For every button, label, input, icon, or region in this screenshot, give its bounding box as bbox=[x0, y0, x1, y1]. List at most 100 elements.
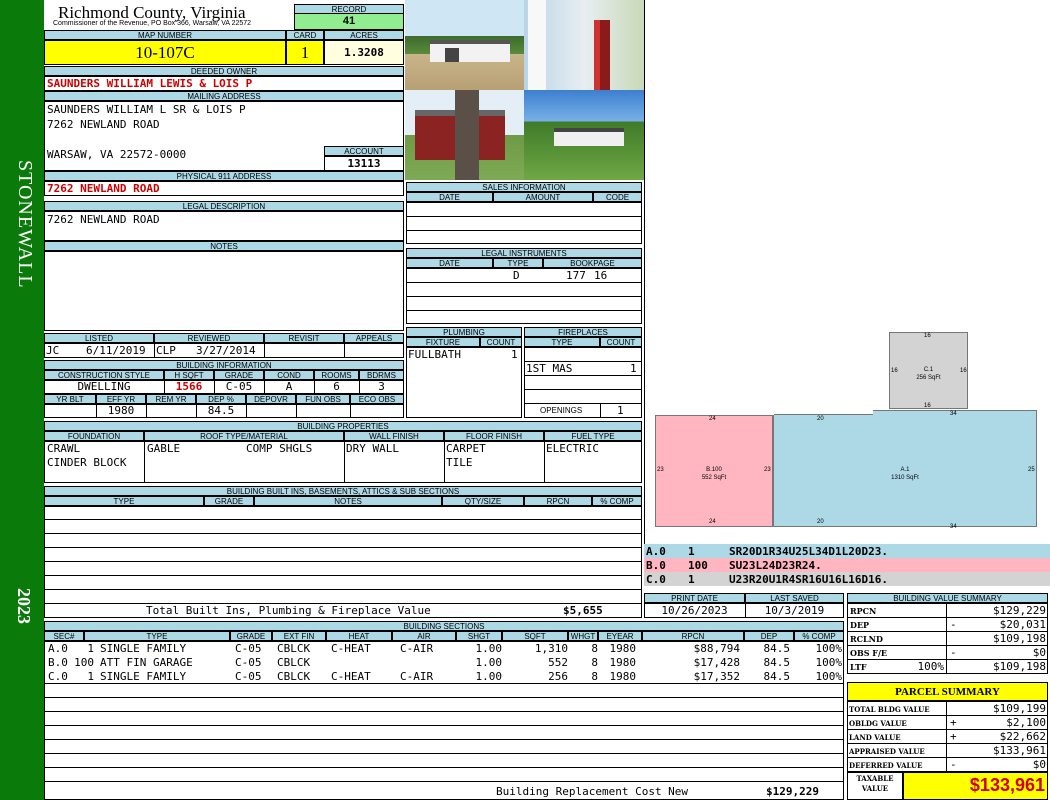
grade-value: C-05 bbox=[225, 380, 253, 393]
replacement-label: Building Replacement Cost New bbox=[496, 785, 689, 798]
taxable-label-2: VALUE bbox=[861, 784, 889, 793]
sketch-b-bottom: 24 bbox=[709, 519, 716, 525]
parcel-tbv-label: TOTAL BLDG VALUE bbox=[849, 705, 930, 714]
funobs-label: FUN OBS bbox=[296, 394, 350, 404]
parcel-appraised-label: APPRAISED VALUE bbox=[849, 747, 925, 756]
parcel-appraised-value: $133,961 bbox=[993, 744, 1046, 757]
sections-col-eyear: EYEAR bbox=[598, 631, 642, 641]
effyr-value: 1980 bbox=[107, 404, 135, 417]
section-a-air: C-AIR bbox=[400, 642, 434, 655]
map-value: 10-107C bbox=[44, 40, 286, 65]
district-label: STONEWALL bbox=[14, 160, 36, 289]
notes-box bbox=[44, 251, 404, 331]
rooms-value: 6 bbox=[333, 380, 340, 393]
bvs-ltf-value: $109,198 bbox=[993, 660, 1046, 673]
sales-col-amount: AMOUNT bbox=[493, 192, 593, 202]
section-a-ext: CBLCK bbox=[277, 642, 311, 655]
yrblt-label: YR BLT bbox=[44, 394, 96, 404]
mailing-label: MAILING ADDRESS bbox=[44, 91, 404, 101]
property-photo-3 bbox=[405, 90, 524, 180]
parcel-summary-title: PARCEL SUMMARY bbox=[847, 682, 1048, 701]
parcel-land-value: $22,662 bbox=[999, 730, 1046, 743]
instruments-label: LEGAL INSTRUMENTS bbox=[406, 248, 642, 258]
fireplace-count: 1 bbox=[630, 362, 637, 375]
sales-label: SALES INFORMATION bbox=[406, 182, 642, 192]
floor-label: FLOOR FINISH bbox=[444, 431, 544, 441]
remyr-label: REM YR bbox=[146, 394, 196, 404]
bvs-rpcn-value: $129,229 bbox=[993, 604, 1046, 617]
sketch-c-label: C.1 bbox=[923, 367, 934, 373]
parcel-deferred-value: $0 bbox=[1032, 758, 1046, 771]
section-c-shgt: 1.00 bbox=[475, 670, 503, 683]
sketch-b-top: 24 bbox=[709, 416, 716, 422]
section-c-sec: C.0 bbox=[48, 670, 68, 683]
appeals-label: APPEALS bbox=[344, 333, 404, 343]
code-b-num: 100 bbox=[688, 559, 708, 572]
sections-col-whgt: WHGT bbox=[568, 631, 598, 641]
foundation1: CRAWL bbox=[47, 442, 81, 455]
bvs-ltf-label: LTF bbox=[850, 662, 867, 672]
section-c-whgt: 8 bbox=[591, 670, 598, 683]
bldg-info-label: BUILDING INFORMATION bbox=[44, 360, 404, 370]
section-a-rpcn: $88,794 bbox=[693, 642, 740, 655]
section-b-eyear: 1980 bbox=[609, 656, 637, 669]
fireplaces-type-label: TYPE bbox=[524, 337, 600, 347]
builtins-total-value: $5,655 bbox=[563, 604, 603, 617]
bvs-obs-label: OBS F/E bbox=[850, 648, 887, 658]
sketch-b-area: 552 SqFt bbox=[701, 475, 727, 481]
sections-col-sqft: SQFT bbox=[502, 631, 568, 641]
sections-col-dep: DEP bbox=[744, 631, 794, 641]
builtins-col-rpcn: RPCN bbox=[524, 496, 592, 506]
section-a-heat: C-HEAT bbox=[331, 642, 371, 655]
builtins-label: BUILDING BUILT INS, BASEMENTS, ATTICS & … bbox=[44, 486, 642, 496]
sections-col-type: TYPE bbox=[84, 631, 230, 641]
instrument-type: D bbox=[513, 269, 520, 282]
section-c-dep: 84.5 bbox=[763, 670, 791, 683]
parcel-land-label: LAND VALUE bbox=[849, 733, 901, 742]
section-c-num: 1 bbox=[87, 670, 94, 683]
card-label: CARD bbox=[286, 30, 324, 40]
plumbing-label: PLUMBING bbox=[406, 327, 522, 337]
builtins-col-comp: % COMP bbox=[592, 496, 642, 506]
section-c-type: SINGLE FAMILY bbox=[100, 670, 187, 683]
sections-label: BUILDING SECTIONS bbox=[44, 621, 844, 631]
wall-finish: DRY WALL bbox=[346, 442, 399, 455]
floor1: CARPET bbox=[446, 442, 486, 455]
sections-col-sec: SEC# bbox=[44, 631, 84, 641]
instruments-col-type: TYPE bbox=[493, 258, 543, 268]
map-label: MAP NUMBER bbox=[44, 30, 286, 40]
sketch-a-label: A.1 bbox=[900, 467, 910, 473]
bvs-dep-value: $20,031 bbox=[999, 618, 1046, 631]
section-b-sqft: 552 bbox=[548, 656, 568, 669]
plumbing-count: 1 bbox=[511, 348, 518, 361]
section-b-ext: CBLCK bbox=[277, 656, 311, 669]
section-c-rpcn: $17,352 bbox=[693, 670, 740, 683]
instruments-col-date: DATE bbox=[406, 258, 493, 268]
builtins-total-label: Total Built Ins, Plumbing & Fireplace Va… bbox=[146, 604, 431, 617]
bvs-rclnd-label: RCLND bbox=[850, 634, 883, 644]
parcel-obldg-value: $2,100 bbox=[1006, 716, 1046, 729]
builtins-col-grade: GRADE bbox=[204, 496, 254, 506]
code-a-num: 1 bbox=[688, 545, 695, 558]
owner-value: SAUNDERS WILLIAM LEWIS & LOIS P bbox=[47, 77, 253, 90]
section-a-whgt: 8 bbox=[591, 642, 598, 655]
sales-box bbox=[406, 202, 642, 244]
bvs-rclnd-value: $109,198 bbox=[993, 632, 1046, 645]
section-c-grade: C-05 bbox=[235, 670, 262, 683]
sections-col-grade: GRADE bbox=[230, 631, 272, 641]
dep-label: DEP % bbox=[196, 394, 246, 404]
fireplace-type: 1ST MAS bbox=[526, 362, 573, 375]
sections-col-ext: EXT FIN bbox=[272, 631, 326, 641]
record-label: RECORD bbox=[294, 4, 404, 14]
bvs-rpcn-label: RPCN bbox=[850, 606, 877, 616]
code-b-code: SU23L24D23R24. bbox=[729, 559, 822, 572]
acres-label: ACRES bbox=[324, 30, 404, 40]
account-label: ACCOUNT bbox=[324, 146, 404, 156]
dep-value: 84.5 bbox=[207, 404, 235, 417]
section-a-eyear: 1980 bbox=[609, 642, 637, 655]
plumbing-fixture-label: FIXTURE bbox=[406, 337, 480, 347]
bdrms-label: BDRMS bbox=[359, 370, 404, 380]
bvs-obs-value: $0 bbox=[1032, 646, 1046, 659]
section-b-dep: 84.5 bbox=[763, 656, 791, 669]
acres-value: 1.3208 bbox=[324, 40, 404, 65]
